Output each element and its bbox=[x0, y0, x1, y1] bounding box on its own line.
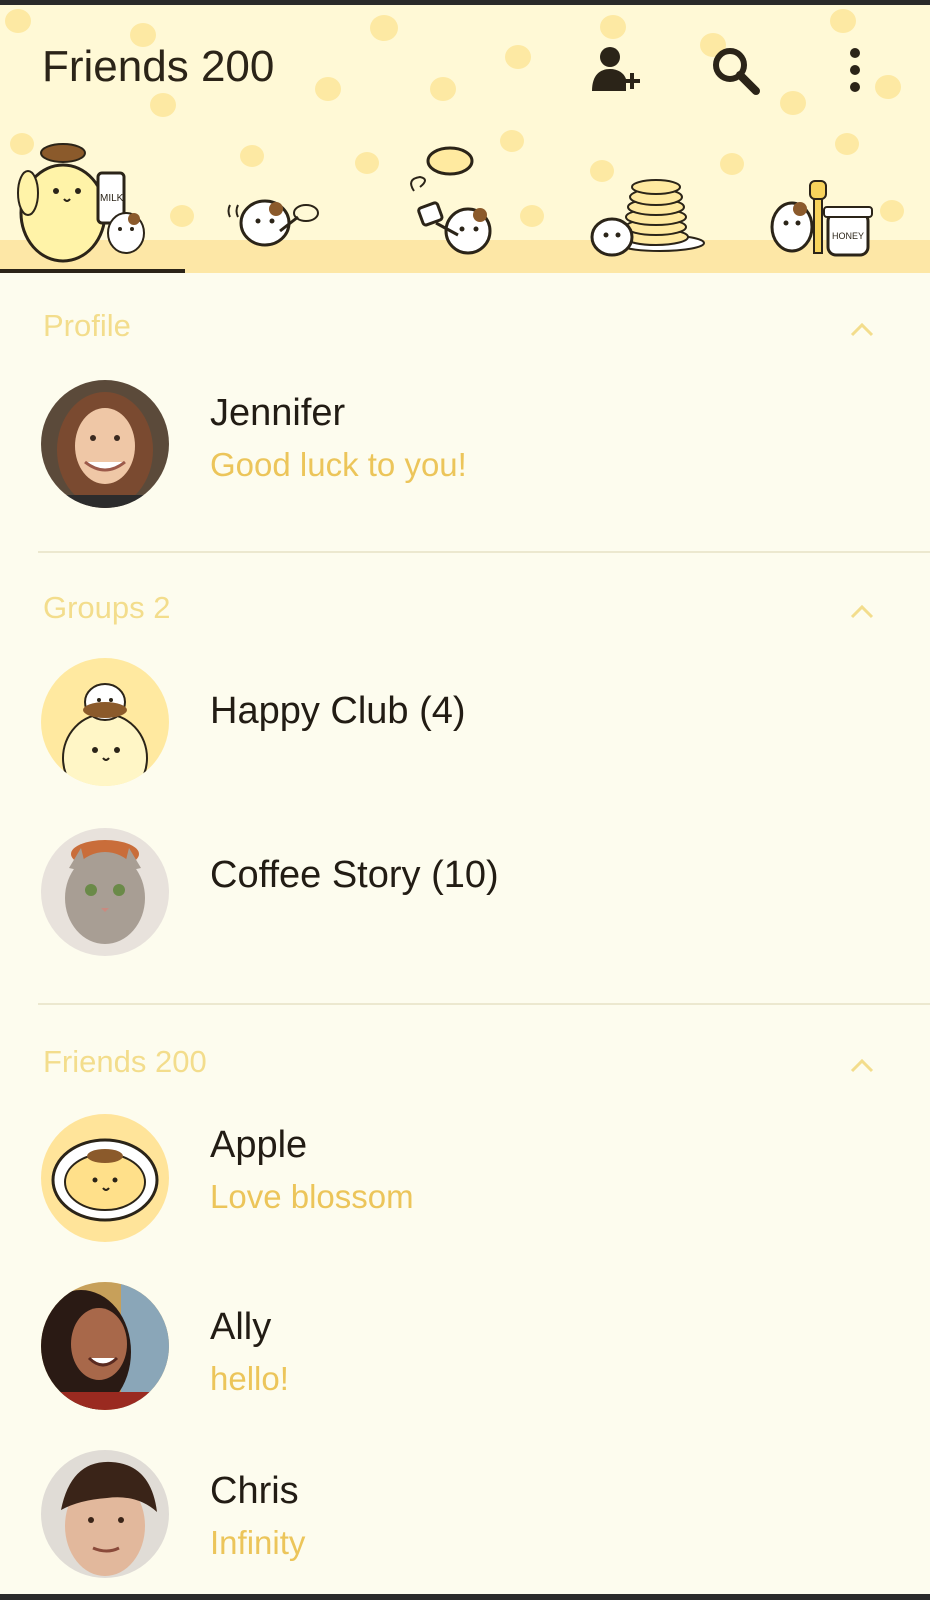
avatar-happy-club bbox=[41, 658, 169, 786]
profile-row-jennifer[interactable]: Jennifer Good luck to you! bbox=[0, 366, 930, 516]
avatar-apple bbox=[41, 1114, 169, 1242]
friend-name: Chris bbox=[210, 1470, 299, 1512]
add-friend-button[interactable] bbox=[585, 40, 645, 100]
divider bbox=[38, 551, 930, 553]
avatar-ally bbox=[41, 1282, 169, 1410]
friend-name: Ally bbox=[210, 1306, 272, 1348]
section-title-groups: Groups 2 bbox=[43, 590, 171, 625]
selected-tab-indicator bbox=[0, 269, 185, 273]
chevron-up-icon bbox=[850, 1058, 874, 1073]
friend-name: Jennifer bbox=[210, 392, 346, 434]
search-button[interactable] bbox=[705, 40, 765, 100]
more-options-button[interactable] bbox=[825, 40, 885, 100]
tab-chats[interactable] bbox=[210, 133, 370, 268]
person-add-icon bbox=[592, 47, 640, 91]
friend-status: hello! bbox=[210, 1360, 289, 1397]
cat-pancake-flip-icon bbox=[410, 146, 492, 255]
section-title-profile: Profile bbox=[43, 308, 131, 343]
group-row-happy-club[interactable]: Happy Club (4) bbox=[0, 644, 930, 794]
group-row-coffee-story[interactable]: Coffee Story (10) bbox=[0, 814, 930, 964]
friend-status: Good luck to you! bbox=[210, 446, 467, 483]
group-name: Happy Club (4) bbox=[210, 690, 466, 732]
pancake-stack-icon bbox=[590, 179, 705, 257]
friend-row-apple[interactable]: Apple Love blossom bbox=[0, 1100, 930, 1250]
honey-label: HONEY bbox=[832, 231, 864, 241]
cat-honey-jar-icon: HONEY bbox=[770, 180, 873, 257]
more-vert-icon bbox=[850, 48, 860, 92]
divider bbox=[38, 1003, 930, 1005]
collapse-groups-button[interactable] bbox=[842, 597, 882, 627]
friend-row-chris[interactable]: Chris Infinity bbox=[0, 1436, 930, 1586]
tab-friends[interactable]: MILK bbox=[8, 133, 168, 268]
chevron-up-icon bbox=[850, 322, 874, 337]
tab-timeline[interactable] bbox=[400, 133, 560, 268]
search-icon bbox=[713, 48, 760, 95]
friend-status: Love blossom bbox=[210, 1178, 414, 1215]
tab-shop[interactable] bbox=[590, 133, 750, 268]
tab-more[interactable]: HONEY bbox=[770, 133, 930, 268]
app-header: Friends 200 MILK HONEY bbox=[0, 5, 930, 273]
cat-whisk-icon bbox=[227, 199, 319, 247]
collapse-profile-button[interactable] bbox=[842, 315, 882, 345]
section-title-friends: Friends 200 bbox=[43, 1044, 207, 1079]
collapse-friends-button[interactable] bbox=[842, 1051, 882, 1081]
friend-status: Infinity bbox=[210, 1524, 306, 1561]
avatar-coffee-story bbox=[41, 828, 169, 956]
friend-name: Apple bbox=[210, 1124, 308, 1166]
friend-row-ally[interactable]: Ally hello! bbox=[0, 1268, 930, 1418]
pompompurin-milk-icon: MILK bbox=[17, 143, 145, 263]
group-name: Coffee Story (10) bbox=[210, 854, 499, 896]
page-title: Friends 200 bbox=[42, 42, 275, 91]
milk-label: MILK bbox=[100, 193, 124, 204]
chevron-up-icon bbox=[850, 604, 874, 619]
avatar-jennifer bbox=[41, 380, 169, 508]
nav-frame-bottom bbox=[0, 1594, 930, 1600]
avatar-chris bbox=[41, 1450, 169, 1578]
